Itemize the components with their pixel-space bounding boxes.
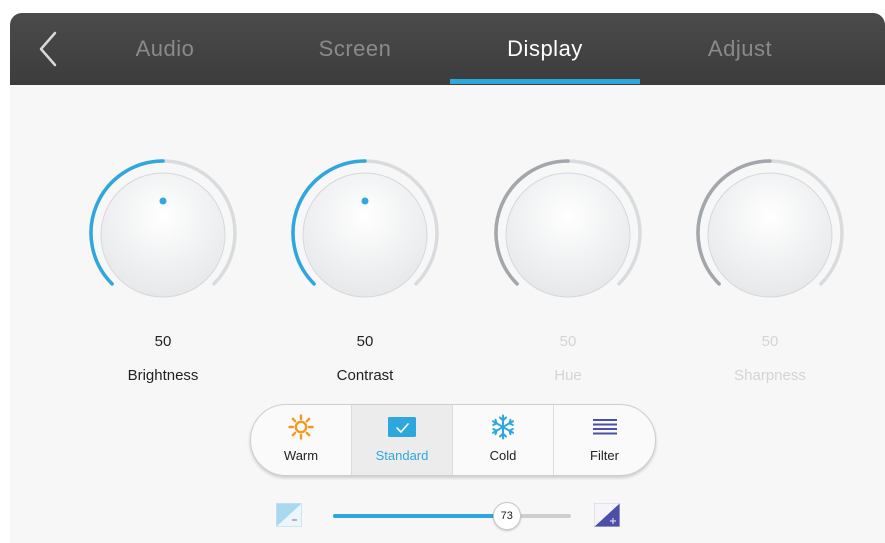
knob-face: [505, 172, 631, 298]
standard-mode-label: Standard: [375, 448, 429, 463]
chevron-left-icon: [39, 31, 57, 67]
filter-slider-row: 73: [10, 501, 885, 531]
increase-icon[interactable]: [594, 503, 620, 527]
standard-mode-button[interactable]: Standard: [352, 405, 453, 475]
hue-label: Hue: [554, 367, 582, 384]
active-tab-indicator: [450, 79, 640, 84]
filter-mode-button[interactable]: Filter: [554, 405, 655, 475]
knob-indicator-dot: [361, 197, 369, 205]
sharpness-label: Sharpness: [734, 367, 806, 384]
brightness-knob[interactable]: [83, 153, 243, 313]
filter-slider-thumb[interactable]: 73: [492, 502, 521, 530]
color-mode-selector: Warm Standard Cold Filter: [250, 404, 656, 476]
knob-face: [707, 172, 833, 298]
filter-lines-icon: [592, 419, 617, 435]
sun-icon: [288, 414, 314, 440]
cold-mode-label: Cold: [489, 448, 517, 463]
contrast-value: 50: [356, 333, 374, 350]
tab-screen[interactable]: Screen: [295, 13, 415, 85]
tab-adjust[interactable]: Adjust: [680, 13, 800, 85]
cold-mode-button[interactable]: Cold: [453, 405, 554, 475]
back-button[interactable]: [28, 27, 68, 71]
hue-knob: [494, 159, 642, 298]
knob-face: [302, 172, 428, 298]
brightness-label: Brightness: [127, 367, 199, 384]
knob-indicator-dot: [159, 197, 167, 205]
knob-face: [100, 172, 226, 298]
hue-value: 50: [559, 333, 577, 350]
standard-check-icon: [388, 417, 416, 437]
top-navigation-bar: Audio Screen Display Adjust: [10, 13, 885, 85]
tab-audio[interactable]: Audio: [110, 13, 220, 85]
snowflake-icon: [492, 414, 514, 440]
warm-mode-button[interactable]: Warm: [251, 405, 352, 475]
tab-display[interactable]: Display: [480, 13, 610, 85]
filter-mode-label: Filter: [590, 448, 619, 463]
contrast-knob[interactable]: [285, 153, 445, 313]
brightness-value: 50: [154, 333, 172, 350]
display-settings-window: Audio Screen Display Adjust 50 Brightnes…: [10, 13, 885, 543]
warm-mode-label: Warm: [283, 448, 319, 463]
sharpness-knob: [696, 159, 844, 298]
filter-slider-track[interactable]: 73: [333, 502, 571, 530]
sharpness-value: 50: [761, 333, 779, 350]
contrast-label: Contrast: [336, 367, 394, 384]
decrease-icon[interactable]: [276, 503, 302, 527]
filter-slider-fill: [333, 514, 507, 518]
